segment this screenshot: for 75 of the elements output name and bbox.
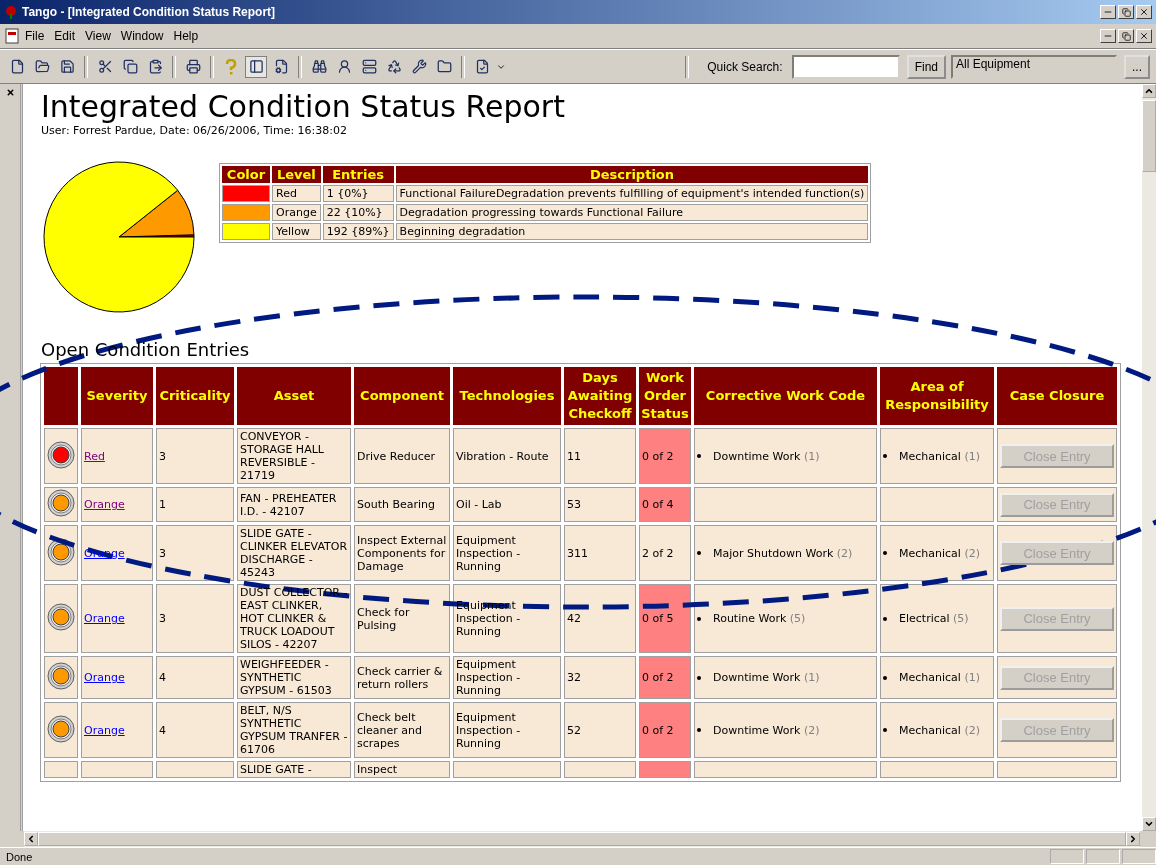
table-cell: BELT, N/S SYNTHETIC GYPSUM TRANFER - 61706 — [237, 702, 351, 758]
table-cell: 192 {89%} — [322, 223, 394, 240]
table-cell: Equipment Inspection - Running — [453, 656, 561, 699]
column-header: Color — [222, 166, 270, 183]
table-cell: Check for Pulsing — [354, 584, 450, 653]
list-item: Mechanical (2) — [883, 546, 991, 560]
column-header: Severity — [81, 367, 153, 425]
table-cell: Yellow — [272, 223, 321, 240]
column-header: Criticality — [156, 367, 234, 425]
table-cell: Beginning degradation — [395, 223, 869, 240]
table-cell: CONVEYOR - STORAGE HALL REVERSIBLE - 21719 — [237, 428, 351, 484]
table-cell: Check belt cleaner and scrapes — [354, 702, 450, 758]
table-cell: 53 — [564, 487, 636, 522]
list-item: Electrical (5) — [883, 612, 991, 625]
table-cell: 52 — [564, 702, 636, 758]
table-cell: 0 of 4 — [639, 487, 691, 522]
table-cell: Check carrier & return rollers — [354, 656, 450, 699]
quick-search-label: Quick Search: — [707, 59, 783, 74]
table-cell: Equipment Inspection - Running — [453, 584, 561, 653]
table-cell: SLIDE GATE - — [237, 761, 351, 778]
table-cell: Equipment Inspection - Running — [453, 702, 561, 758]
table-cell: 22 {10%} — [322, 204, 394, 221]
column-header: Description — [395, 166, 869, 183]
list-item: Mechanical (1) — [883, 671, 991, 684]
window-title: Tango - [Integrated Condition Status Report] — [22, 5, 277, 19]
list-item: Downtime Work (1) — [697, 449, 874, 463]
table-cell: 11 — [564, 428, 636, 484]
table-cell: Red — [272, 185, 321, 202]
table-cell: Equipment Inspection - Running — [453, 525, 561, 581]
table-cell: Vibration - Route — [453, 428, 561, 484]
table-cell: 2 of 2 — [639, 525, 691, 581]
table-cell: Orange — [272, 204, 321, 221]
column-header: Corrective Work Code — [694, 367, 877, 425]
column-header: Level — [272, 166, 321, 183]
table-cell: Functional FailureDegradation prevents fulfilling of equipment's intended function(s) — [395, 185, 869, 202]
column-header: Asset — [237, 367, 351, 425]
column-header: Area of Responsibility — [880, 367, 994, 425]
table-cell: Inspect External Components for Damage — [354, 525, 450, 581]
column-header: Work Order Status — [639, 367, 691, 425]
table-cell: Oil - Lab — [453, 487, 561, 522]
table-cell: 1 — [156, 487, 234, 522]
table-cell: 0 of 2 — [639, 702, 691, 758]
table-cell: 0 of 2 — [639, 428, 691, 484]
table-cell: 311 — [564, 525, 636, 581]
column-header: Days Awaiting Checkoff — [564, 367, 636, 425]
table-cell: WEIGHFEEDER - SYNTHETIC GYPSUM - 61503 — [237, 656, 351, 699]
table-cell: 1 {0%} — [322, 185, 394, 202]
table-cell: 42 — [564, 584, 636, 653]
table-cell: SLIDE GATE - CLINKER ELEVATOR DISCHARGE - 45243 — [237, 525, 351, 581]
table-cell: 3 — [156, 428, 234, 484]
list-item: Downtime Work (2) — [697, 723, 874, 737]
table-cell: FAN - PREHEATER I.D. - 42107 — [237, 487, 351, 522]
table-cell: 3 — [156, 525, 234, 581]
status-text: Done — [6, 850, 34, 863]
column-header: Entries — [322, 166, 394, 183]
table-cell: Degradation progressing towards Functional Failure — [395, 204, 869, 221]
table-cell: Inspect — [354, 761, 450, 778]
table-cell: 32 — [564, 656, 636, 699]
table-cell: South Bearing — [354, 487, 450, 522]
table-cell: 0 of 5 — [639, 584, 691, 653]
list-item: Routine Work (5) — [697, 612, 874, 625]
report-subtitle: User: Forrest Pardue, Date: 06/26/2006, Time: 16:38:02 — [41, 124, 348, 137]
table-cell: 4 — [156, 702, 234, 758]
list-item: Major Shutdown Work (2) — [697, 546, 874, 560]
report-title: Integrated Condition Status Report — [41, 90, 566, 124]
table-cell: 4 — [156, 656, 234, 699]
table-cell: 3 — [156, 584, 234, 653]
column-header: Case Closure — [997, 367, 1117, 425]
column-header: Technologies — [453, 367, 561, 425]
table-cell: Drive Reducer — [354, 428, 450, 484]
table-cell: 0 of 2 — [639, 656, 691, 699]
list-item: Mechanical (1) — [883, 449, 991, 463]
column-header: Component — [354, 367, 450, 425]
list-item: Mechanical (2) — [883, 723, 991, 737]
list-item: Downtime Work (1) — [697, 671, 874, 684]
